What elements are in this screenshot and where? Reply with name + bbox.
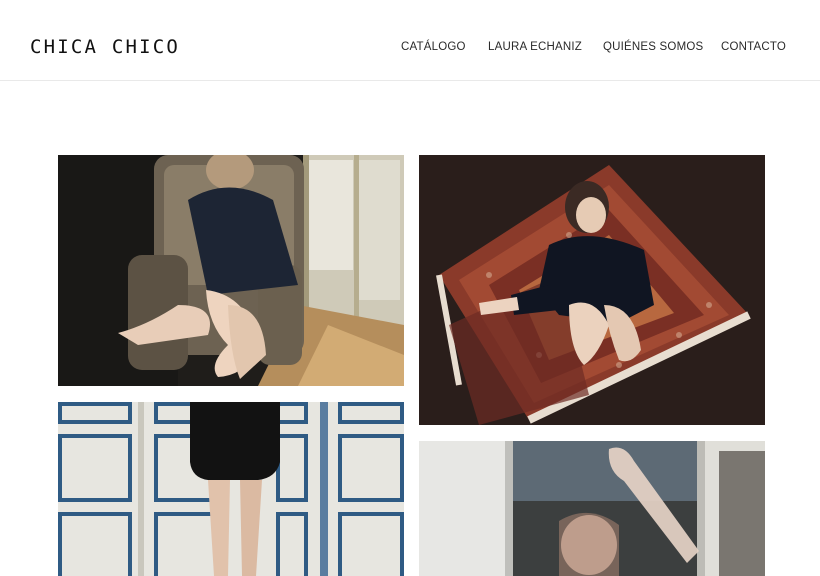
woman-on-rug-photo bbox=[419, 155, 765, 425]
site-header: CHICA CHICO CATÁLOGO LAURA ECHANIZ QUIÉN… bbox=[0, 0, 820, 81]
woman-in-armchair-photo bbox=[58, 155, 404, 386]
nav-item-quienes-somos[interactable]: QUIÉNES SOMOS bbox=[603, 39, 703, 55]
gallery-photo-rug[interactable] bbox=[419, 155, 765, 425]
nav-item-catalogo[interactable]: CATÁLOGO bbox=[401, 39, 466, 55]
site-logo[interactable]: CHICA CHICO bbox=[30, 36, 180, 58]
reflection-window-photo bbox=[419, 441, 765, 576]
legs-by-doors-photo bbox=[58, 402, 404, 576]
gallery-photo-window[interactable] bbox=[419, 441, 765, 576]
gallery-photo-doors[interactable] bbox=[58, 402, 404, 576]
gallery-photo-armchair[interactable] bbox=[58, 155, 404, 386]
nav-item-contacto[interactable]: CONTACTO bbox=[721, 39, 786, 55]
nav-item-laura-echaniz[interactable]: LAURA ECHANIZ bbox=[488, 39, 582, 55]
